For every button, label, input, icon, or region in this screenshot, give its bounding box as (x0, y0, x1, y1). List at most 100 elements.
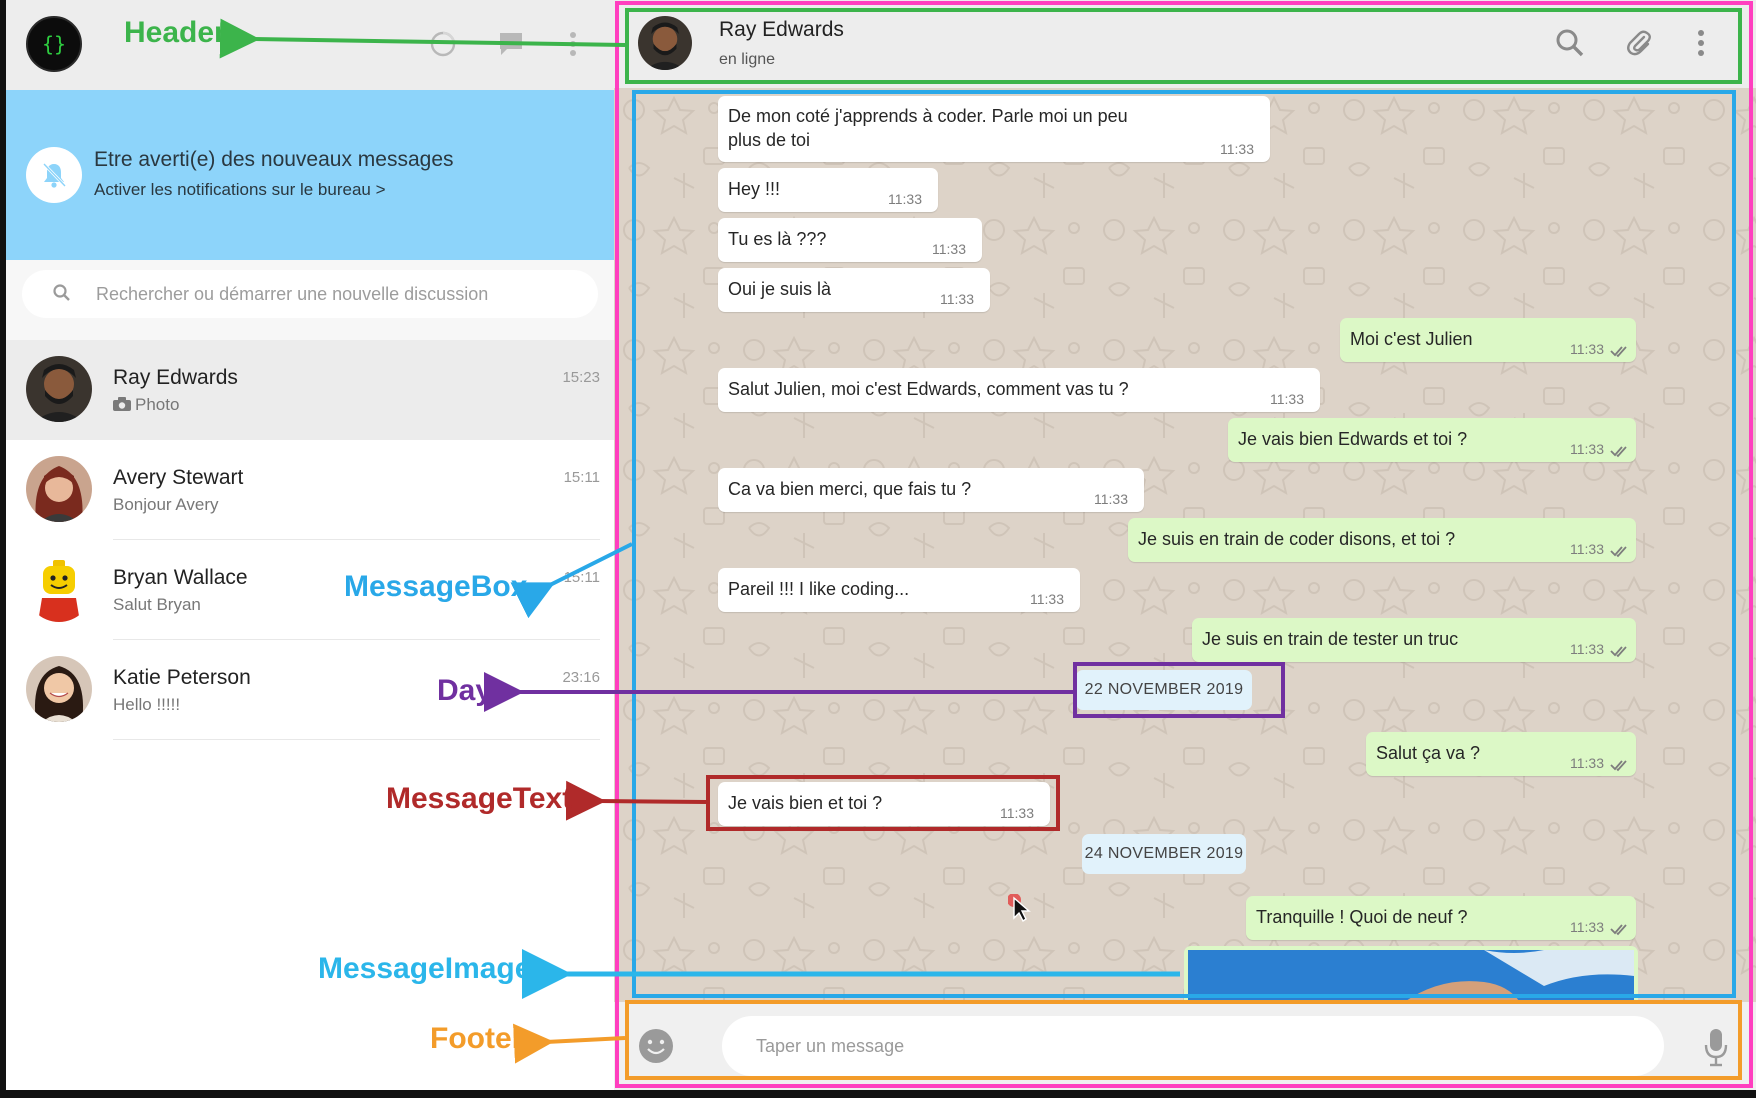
mic-icon[interactable] (1696, 1024, 1736, 1070)
message-text: Hey !!! (728, 179, 781, 199)
message-time: 11:33 (1094, 491, 1128, 507)
message-outgoing[interactable]: Je vais bien Edwards et toi ? 11:33 (1228, 418, 1636, 462)
menu-icon[interactable] (1684, 26, 1718, 60)
message-time: 11:33 (1570, 441, 1604, 457)
messagebox-annotation-label: MessageBox (344, 570, 528, 603)
messagetext-annotation-label: MessageText (386, 782, 573, 815)
chat-name: Bryan Wallace (113, 566, 248, 589)
chat-item-ray-edwards[interactable]: Ray Edwards Photo 15:23 (6, 340, 614, 440)
chat-preview: Hello !!!!! (113, 695, 181, 714)
message-text: plus de toi (728, 130, 811, 150)
composer (614, 1002, 1756, 1090)
photo-thumbnail (1188, 950, 1634, 1002)
mouse-cursor-icon (1008, 894, 1031, 923)
day-separator: 24 NOVEMBER 2019 (1082, 834, 1246, 874)
conversation-panel: Ray Edwards en ligne De mon coté j'appre… (614, 0, 1756, 1090)
message-time: 11:33 (1570, 341, 1604, 357)
message-time: 11:33 (1220, 141, 1254, 157)
message-text: Je suis en train de tester un truc (1202, 629, 1459, 649)
contact-name: Ray Edwards (719, 18, 844, 41)
message-text: Ca va bien merci, que fais tu ? (728, 479, 972, 499)
message-text: Tu es là ??? (728, 229, 827, 249)
message-text: Pareil !!! I like coding... (728, 579, 910, 599)
avatar (26, 556, 92, 622)
search-box[interactable] (22, 270, 598, 318)
message-list[interactable]: De mon coté j'apprends à coder. Parle mo… (614, 88, 1756, 1002)
new-chat-icon[interactable] (495, 28, 527, 60)
message-text: Je vais bien et toi ? (728, 793, 883, 813)
message-time: 11:33 (1570, 641, 1604, 657)
emoji-icon[interactable] (636, 1026, 676, 1066)
sidebar: {} Etre averti(e) des nouveaux messages … (6, 0, 614, 1090)
chat-item-katie-peterson[interactable]: Katie Peterson Hello !!!!! 23:16 (6, 640, 614, 740)
chat-preview: Photo (113, 395, 179, 415)
message-text: Oui je suis là (728, 279, 832, 299)
message-image[interactable] (1184, 946, 1638, 1002)
camera-icon (113, 397, 131, 411)
message-time: 11:33 (1000, 805, 1034, 821)
message-incoming[interactable]: Tu es là ??? 11:33 (718, 218, 982, 262)
message-time: 11:33 (940, 291, 974, 307)
avatar (26, 456, 92, 522)
chat-time: 15:11 (563, 469, 600, 486)
message-text: De mon coté j'apprends à coder. Parle mo… (728, 106, 1128, 126)
message-text: Salut ça va ? (1376, 743, 1481, 763)
message-incoming[interactable]: Oui je suis là 11:33 (718, 268, 990, 312)
message-input[interactable] (722, 1016, 1664, 1076)
message-incoming[interactable]: Salut Julien, moi c'est Edwards, comment… (718, 368, 1320, 412)
message-time: 11:33 (1570, 919, 1604, 935)
chat-item-avery-stewart[interactable]: Avery Stewart Bonjour Avery 15:11 (6, 440, 614, 540)
chat-time: 15:23 (562, 369, 600, 386)
contact-status: en ligne (719, 51, 776, 68)
sidebar-header: {} (6, 0, 614, 90)
status-icon[interactable] (427, 28, 459, 60)
message-text: Tranquille ! Quoi de neuf ? (1256, 907, 1468, 927)
delivered-tick-icon (1610, 546, 1627, 558)
message-time: 11:33 (1570, 541, 1604, 557)
chat-name: Avery Stewart (113, 466, 244, 489)
message-outgoing[interactable]: Salut ça va ? 11:33 (1366, 732, 1636, 776)
menu-icon[interactable] (557, 28, 589, 60)
avatar (26, 356, 92, 422)
chat-preview: Bonjour Avery (113, 495, 219, 514)
delivered-tick-icon (1610, 346, 1627, 358)
message-incoming[interactable]: Pareil !!! I like coding... 11:33 (718, 568, 1080, 612)
enable-notifications-link[interactable]: Activer les notifications sur le bureau … (94, 180, 386, 200)
user-avatar[interactable]: {} (26, 16, 82, 72)
message-time: 11:33 (932, 241, 966, 257)
message-outgoing[interactable]: Moi c'est Julien 11:33 (1340, 318, 1636, 362)
message-text: Moi c'est Julien (1350, 329, 1473, 349)
bell-off-icon (26, 147, 82, 203)
delivered-tick-icon (1610, 646, 1627, 658)
conversation-header: Ray Edwards en ligne (614, 0, 1756, 88)
search-icon (52, 283, 72, 308)
message-incoming[interactable]: Hey !!! 11:33 (718, 168, 938, 212)
chat-time: 15:11 (563, 569, 600, 586)
chat-preview-text: Photo (135, 395, 180, 414)
attach-icon[interactable] (1622, 26, 1656, 60)
message-time: 11:33 (1570, 755, 1604, 771)
footer-annotation-label: Footer (430, 1022, 524, 1055)
chat-preview: Salut Bryan (113, 595, 201, 614)
delivered-tick-icon (1610, 446, 1627, 458)
message-incoming[interactable]: Ca va bien merci, que fais tu ? 11:33 (718, 468, 1144, 512)
message-outgoing[interactable]: Je suis en train de tester un truc 11:33 (1192, 618, 1636, 662)
search-input[interactable] (96, 270, 576, 318)
message-time: 11:33 (888, 191, 922, 207)
avatar (26, 656, 92, 722)
chat-time: 23:16 (562, 669, 600, 686)
message-time: 11:33 (1030, 591, 1064, 607)
messageimage-annotation-label: MessageImage (318, 952, 532, 985)
day-separator: 22 NOVEMBER 2019 (1076, 670, 1252, 710)
message-incoming[interactable]: De mon coté j'apprends à coder. Parle mo… (718, 96, 1270, 162)
message-outgoing[interactable]: Je suis en train de coder disons, et toi… (1128, 518, 1636, 562)
delivered-tick-icon (1610, 924, 1627, 936)
notification-banner[interactable]: Etre averti(e) des nouveaux messages Act… (6, 90, 614, 260)
chat-name: Ray Edwards (113, 366, 238, 389)
search-icon[interactable] (1553, 26, 1587, 60)
message-text: Salut Julien, moi c'est Edwards, comment… (728, 379, 1129, 399)
message-text: Je vais bien Edwards et toi ? (1238, 429, 1468, 449)
message-outgoing[interactable]: Tranquille ! Quoi de neuf ? 11:33 (1246, 896, 1636, 940)
contact-avatar[interactable] (638, 16, 692, 70)
message-incoming[interactable]: Je vais bien et toi ? 11:33 (718, 782, 1050, 826)
